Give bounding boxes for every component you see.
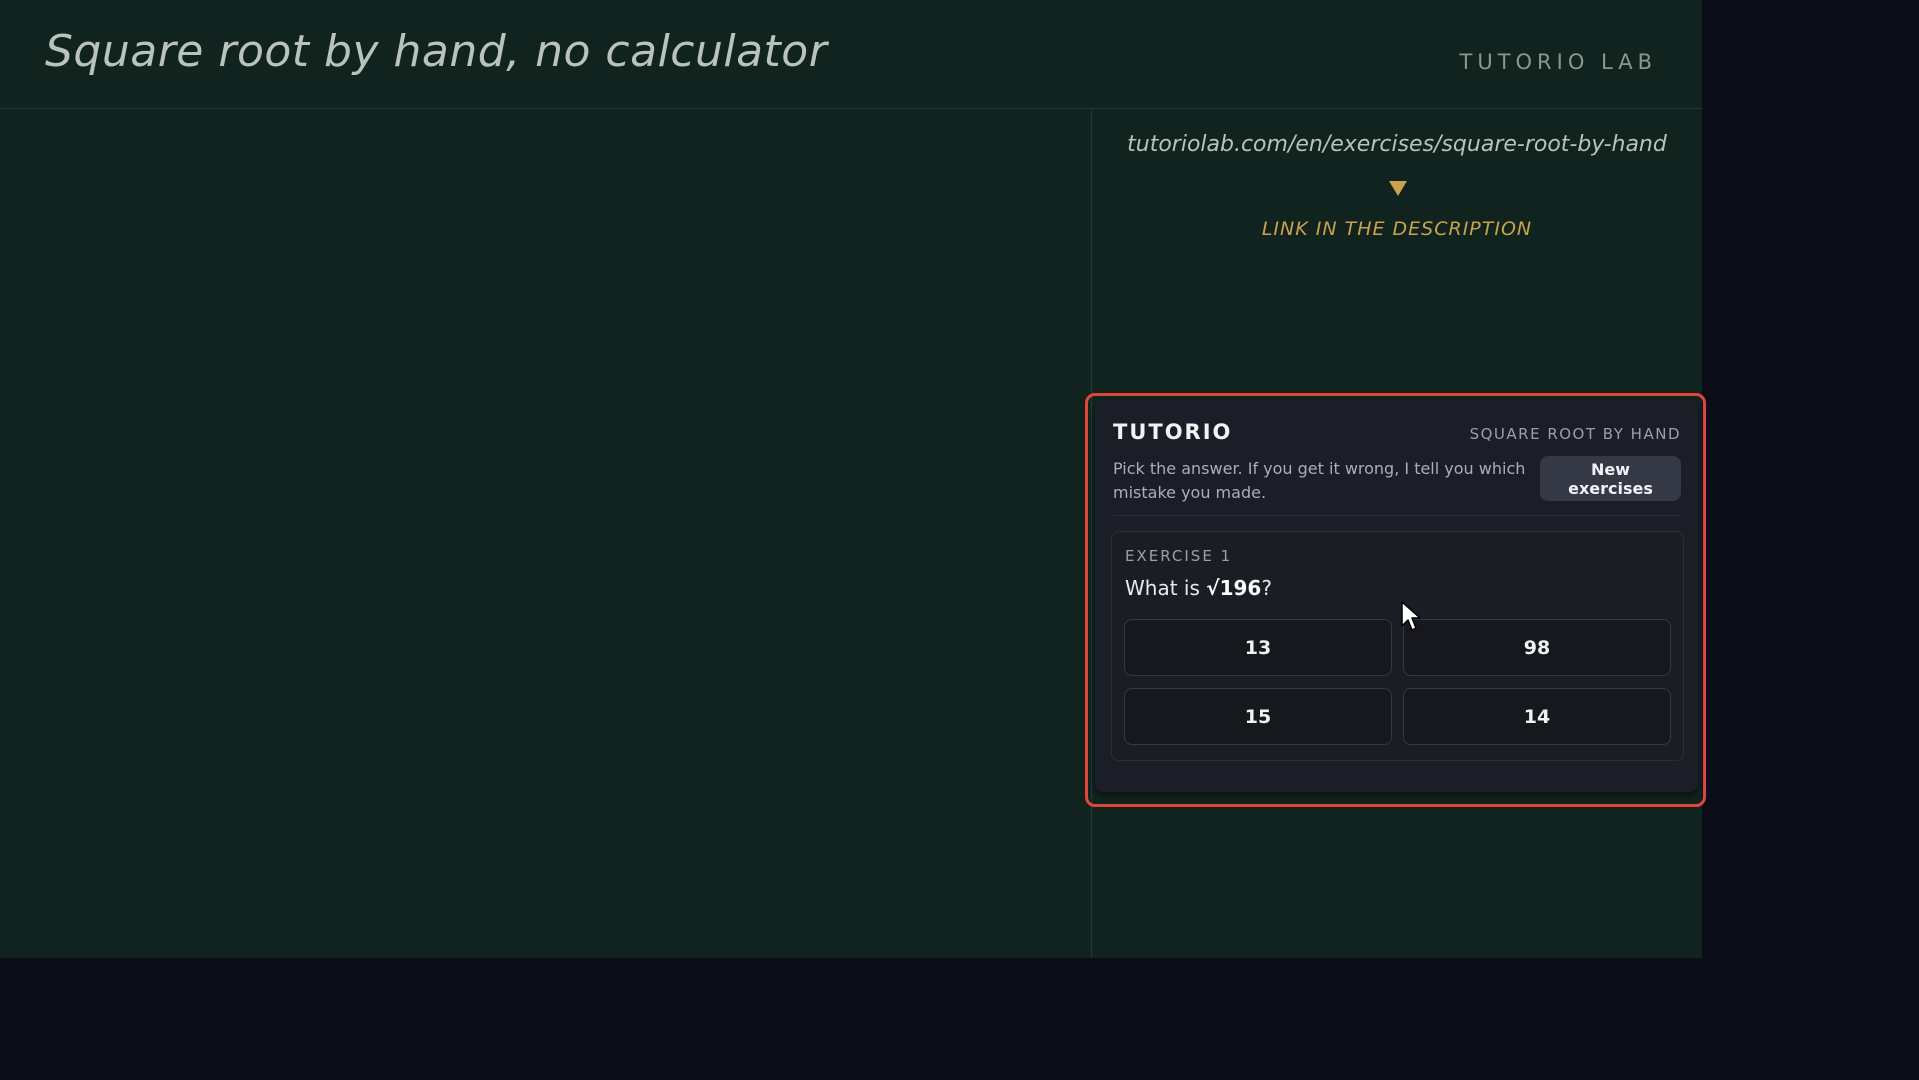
answer-option[interactable]: 15	[1124, 688, 1392, 745]
exercise-label: EXERCISE 1	[1125, 547, 1233, 565]
question-prefix: What is	[1125, 576, 1207, 600]
widget-brand: TUTORIO	[1113, 420, 1233, 444]
brand-label: TUTORIO LAB	[1459, 50, 1657, 74]
header: Square root by hand, no calculator TUTOR…	[0, 0, 1702, 109]
answer-option[interactable]: 13	[1124, 619, 1392, 676]
widget-divider	[1113, 515, 1681, 516]
question-value: √196	[1206, 576, 1262, 600]
new-exercises-button[interactable]: New exercises	[1540, 456, 1681, 501]
page-title: Square root by hand, no calculator	[45, 26, 828, 77]
widget-description: Pick the answer. If you get it wrong, I …	[1113, 459, 1526, 502]
exercise-question: What is √196?	[1125, 576, 1272, 600]
answer-option[interactable]: 14	[1403, 688, 1671, 745]
link-hint: LINK IN THE DESCRIPTION	[1261, 218, 1533, 240]
exercise-card: EXERCISE 1 What is √196? 13 98 15 14	[1111, 531, 1684, 761]
mouse-pointer-icon	[1401, 601, 1421, 631]
tutorio-widget: TUTORIO SQUARE ROOT BY HAND Pick the ans…	[1095, 400, 1698, 792]
exercise-url[interactable]: tutoriolab.com/en/exercises/square-root-…	[1092, 132, 1702, 157]
answer-option[interactable]: 98	[1403, 619, 1671, 676]
question-suffix: ?	[1261, 576, 1272, 600]
arrow-down-icon	[1389, 181, 1407, 196]
widget-topic: SQUARE ROOT BY HAND	[1469, 425, 1681, 443]
